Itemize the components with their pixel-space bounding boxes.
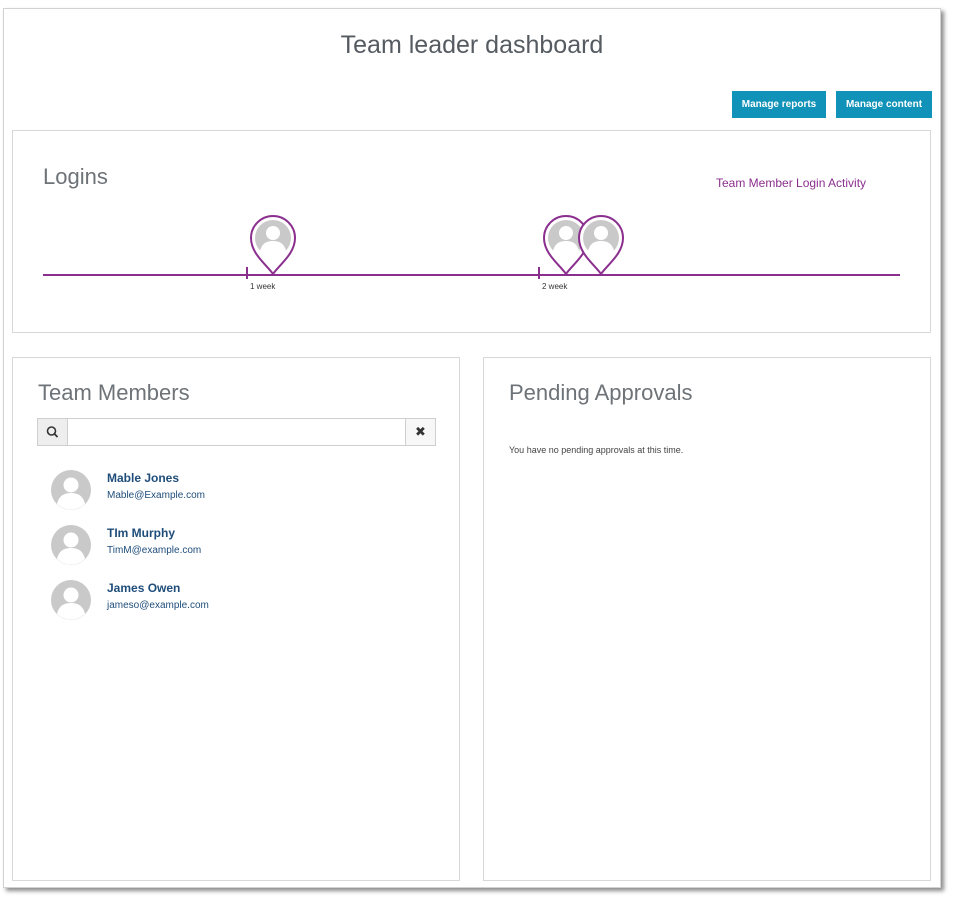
- timeline-tick-label: 1 week: [250, 282, 276, 291]
- timeline-tick-label: 2 week: [542, 282, 568, 291]
- user-location-pin-icon[interactable]: [577, 214, 625, 276]
- manage-reports-button[interactable]: Manage reports: [732, 91, 826, 118]
- pending-approvals-heading: Pending Approvals: [509, 380, 693, 405]
- login-timeline: [43, 274, 900, 276]
- user-location-pin-icon[interactable]: [249, 214, 297, 276]
- dashboard-window: Team leader dashboard Manage reports Man…: [3, 8, 941, 888]
- team-member-login-activity-link[interactable]: Team Member Login Activity: [716, 176, 866, 190]
- team-member-item[interactable]: Mable Jones Mable@Example.com: [51, 470, 441, 514]
- pending-approvals-panel: Pending Approvals You have no pending ap…: [483, 357, 931, 881]
- logins-heading: Logins: [43, 164, 108, 189]
- member-name[interactable]: James Owen: [107, 581, 180, 595]
- team-members-panel: Team Members ✖ Mable Jones Mable@Example…: [12, 357, 460, 881]
- member-email: Mable@Example.com: [107, 490, 205, 501]
- member-email: jameso@example.com: [107, 600, 209, 611]
- user-avatar-icon: [51, 525, 91, 565]
- timeline-tick-2-week: [538, 267, 540, 279]
- search-icon[interactable]: [38, 419, 68, 445]
- member-search-box: ✖: [37, 418, 436, 446]
- member-search-input[interactable]: [68, 419, 404, 445]
- member-email: TimM@example.com: [107, 545, 202, 556]
- team-member-item[interactable]: James Owen jameso@example.com: [51, 580, 441, 624]
- manage-content-button[interactable]: Manage content: [836, 91, 932, 118]
- page-title: Team leader dashboard: [340, 31, 604, 59]
- team-members-heading: Team Members: [38, 380, 190, 405]
- user-avatar-icon: [51, 470, 91, 510]
- member-name[interactable]: Mable Jones: [107, 471, 179, 485]
- team-member-item[interactable]: TIm Murphy TimM@example.com: [51, 525, 441, 569]
- user-avatar-icon: [51, 580, 91, 620]
- no-pending-approvals-message: You have no pending approvals at this ti…: [509, 445, 684, 455]
- logins-panel: Logins Team Member Login Activity 1 week…: [12, 130, 931, 333]
- member-name[interactable]: TIm Murphy: [107, 526, 175, 540]
- close-icon[interactable]: ✖: [405, 419, 435, 445]
- timeline-tick-1-week: [246, 267, 248, 279]
